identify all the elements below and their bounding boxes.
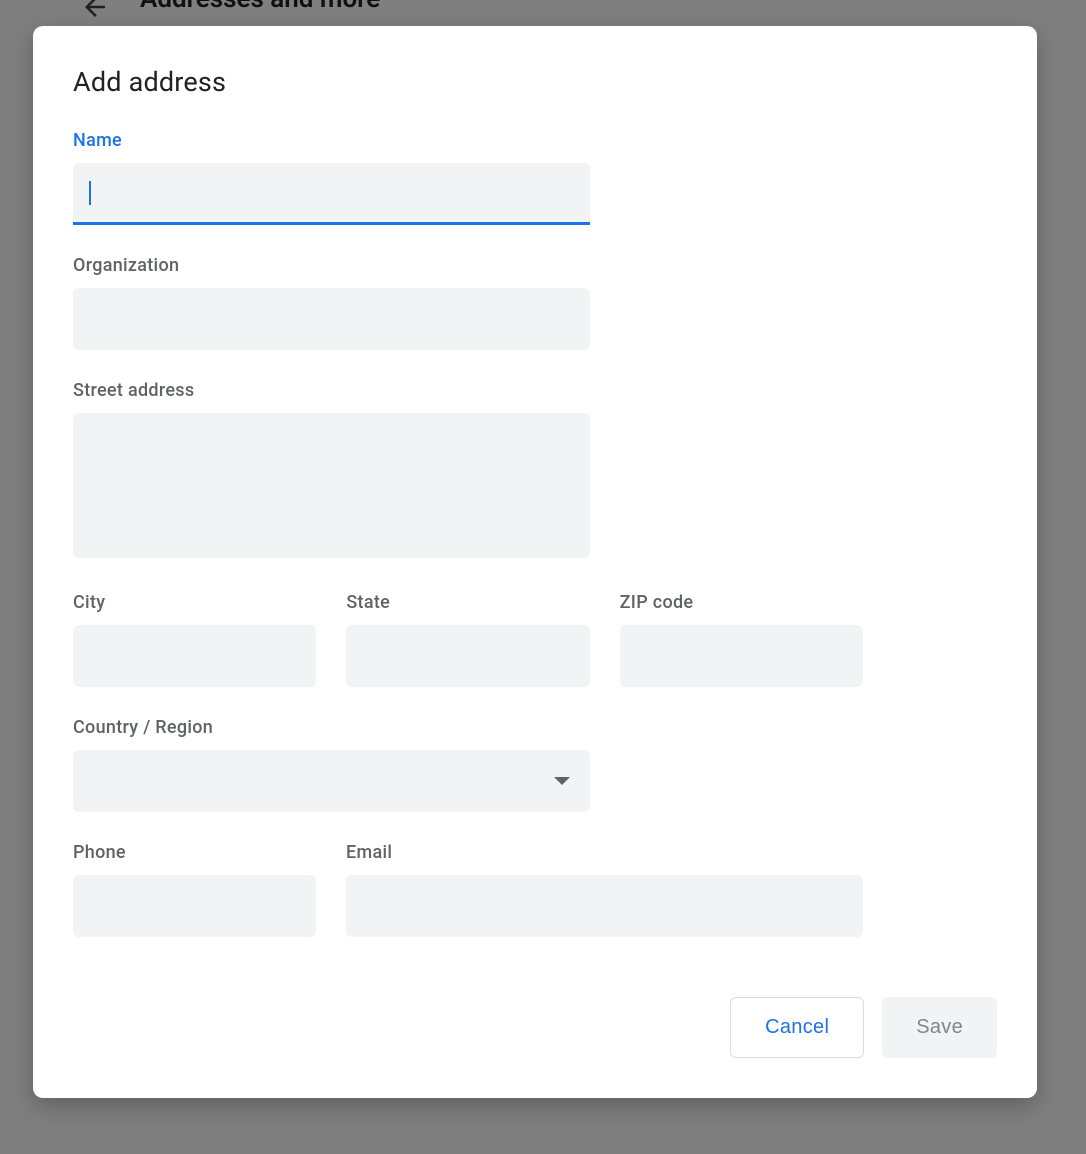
phone-input[interactable] <box>73 875 316 937</box>
zip-field-group: ZIP code <box>620 592 863 687</box>
state-label: State <box>346 592 589 613</box>
name-label: Name <box>73 130 590 151</box>
organization-field-group: Organization <box>73 255 590 350</box>
name-field-group: Name <box>73 130 590 225</box>
email-field-group: Email <box>346 842 863 937</box>
dialog-actions: Cancel Save <box>73 997 997 1066</box>
email-input[interactable] <box>346 875 863 937</box>
country-select[interactable] <box>73 750 590 812</box>
email-label: Email <box>346 842 863 863</box>
dialog-title: Add address <box>73 66 997 98</box>
chevron-down-icon <box>554 777 570 785</box>
city-input[interactable] <box>73 625 316 687</box>
city-state-zip-row: City State ZIP code <box>73 592 863 687</box>
street-field-group: Street address <box>73 380 590 562</box>
phone-field-group: Phone <box>73 842 316 937</box>
save-button[interactable]: Save <box>882 997 997 1058</box>
street-label: Street address <box>73 380 590 401</box>
state-field-group: State <box>346 592 589 687</box>
phone-label: Phone <box>73 842 316 863</box>
name-input[interactable] <box>73 163 590 225</box>
phone-email-row: Phone Email <box>73 842 863 937</box>
street-input[interactable] <box>73 413 590 558</box>
dialog-form: Name Organization Street address City St… <box>73 130 997 997</box>
zip-input[interactable] <box>620 625 863 687</box>
organization-label: Organization <box>73 255 590 276</box>
cancel-button[interactable]: Cancel <box>730 997 864 1058</box>
zip-label: ZIP code <box>620 592 863 613</box>
city-label: City <box>73 592 316 613</box>
state-input[interactable] <box>346 625 589 687</box>
city-field-group: City <box>73 592 316 687</box>
country-field-group: Country / Region <box>73 717 590 812</box>
organization-input[interactable] <box>73 288 590 350</box>
country-label: Country / Region <box>73 717 590 738</box>
add-address-dialog: Add address Name Organization Street add… <box>33 26 1037 1098</box>
